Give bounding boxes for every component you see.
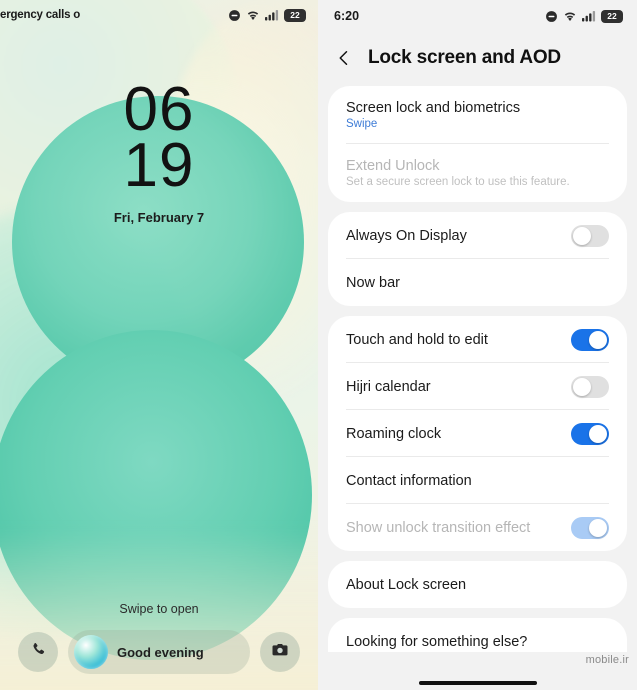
lock-screen[interactable]: ergency calls o 22 06 19 Fri, February 7… — [0, 0, 318, 690]
watermark: mobile.ir — [585, 654, 629, 666]
screenshot-root: ergency calls o 22 06 19 Fri, February 7… — [0, 0, 637, 690]
row-title: Touch and hold to edit — [346, 331, 488, 348]
dnd-icon — [228, 9, 241, 22]
toggle-knob — [589, 330, 607, 349]
row-touch-and-hold-to-edit[interactable]: Touch and hold to edit — [328, 316, 627, 363]
toggle-knob — [573, 377, 591, 396]
swipe-to-open-hint: Swipe to open — [119, 602, 199, 616]
lock-clock[interactable]: 06 19 Fri, February 7 — [0, 75, 318, 226]
settings-group-lock: Screen lock and biometrics Swipe Extend … — [328, 86, 627, 202]
row-subtitle: Swipe — [346, 117, 378, 130]
row-contact-information[interactable]: Contact information — [328, 457, 627, 504]
looking-for-something-else-card[interactable]: Looking for something else? — [328, 618, 627, 652]
row-about-lock-screen[interactable]: About Lock screen — [328, 561, 627, 608]
clock-minutes: 19 — [123, 131, 195, 200]
wifi-icon — [246, 9, 260, 21]
touch-and-hold-to-edit-toggle[interactable] — [571, 328, 609, 351]
hijri-calendar-toggle[interactable] — [571, 375, 609, 398]
emergency-calls-text: ergency calls o — [0, 9, 81, 21]
toggle-knob — [589, 424, 607, 443]
dnd-icon — [545, 10, 558, 23]
row-title: Roaming clock — [346, 425, 442, 442]
greeting-text: Good evening — [117, 644, 204, 660]
settings-group-display: Always On Display Now bar — [328, 212, 627, 306]
show-unlock-transition-effect-toggle[interactable] — [571, 516, 609, 539]
row-hijri-calendar[interactable]: Hijri calendar — [328, 363, 627, 410]
row-title: About Lock screen — [346, 576, 467, 593]
row-title: Extend Unlock — [346, 157, 440, 174]
clock-date: Fri, February 7 — [113, 210, 205, 225]
page-title: Lock screen and AOD — [368, 47, 561, 68]
signal-icon — [582, 10, 596, 22]
always-on-display-toggle[interactable] — [571, 224, 609, 247]
status-clock: 6:20 — [334, 9, 360, 23]
lock-bottom-bar: Good evening — [0, 630, 318, 674]
settings-screen: 6:20 22 Lock screen and AOD Screen lock … — [318, 0, 637, 690]
battery-indicator: 22 — [601, 9, 623, 23]
wifi-icon — [563, 10, 577, 22]
toggle-knob — [573, 226, 591, 245]
camera-icon — [271, 641, 289, 664]
phone-shortcut-button[interactable] — [18, 632, 58, 672]
row-title: Hijri calendar — [346, 378, 431, 395]
assistant-orb-icon — [74, 635, 108, 669]
toggle-knob — [589, 518, 607, 537]
row-title: Always On Display — [346, 227, 467, 244]
settings-header: Lock screen and AOD — [318, 32, 637, 86]
camera-shortcut-button[interactable] — [260, 632, 300, 672]
row-roaming-clock[interactable]: Roaming clock — [328, 410, 627, 457]
settings-status-bar: 6:20 22 — [318, 0, 637, 32]
signal-icon — [265, 9, 279, 21]
home-indicator[interactable] — [418, 681, 537, 685]
row-extend-unlock[interactable]: Extend Unlock Set a secure screen lock t… — [328, 144, 627, 202]
row-screen-lock-and-biometrics[interactable]: Screen lock and biometrics Swipe — [328, 86, 627, 144]
row-title: Contact information — [346, 472, 472, 489]
back-chevron-icon[interactable] — [332, 46, 356, 70]
clock-hours: 06 — [123, 75, 195, 144]
settings-group-about: About Lock screen — [328, 561, 627, 608]
row-title: Show unlock transition effect — [346, 519, 531, 536]
settings-status-icons: 22 — [545, 9, 623, 23]
row-always-on-display[interactable]: Always On Display — [328, 212, 627, 259]
row-title: Now bar — [346, 274, 400, 291]
row-subtitle: Set a secure screen lock to use this fea… — [346, 175, 570, 188]
battery-indicator: 22 — [284, 8, 306, 22]
settings-group-options: Touch and hold to edit Hijri calendar Ro… — [328, 316, 627, 551]
lock-status-bar: ergency calls o 22 — [0, 0, 318, 30]
row-title: Screen lock and biometrics — [346, 99, 521, 116]
roaming-clock-toggle[interactable] — [571, 422, 609, 445]
assistant-greeting-pill[interactable]: Good evening — [68, 630, 250, 674]
row-show-unlock-transition-effect[interactable]: Show unlock transition effect — [328, 504, 627, 551]
peek-title: Looking for something else? — [346, 634, 528, 650]
phone-icon — [30, 641, 47, 663]
lock-status-icons: 22 — [228, 8, 306, 22]
row-now-bar[interactable]: Now bar — [328, 259, 627, 306]
